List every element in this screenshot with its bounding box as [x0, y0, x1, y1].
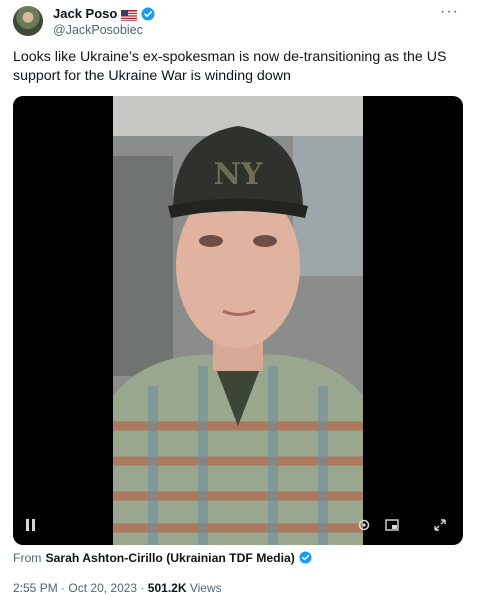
verified-badge-icon — [299, 551, 313, 565]
expand-icon[interactable] — [433, 518, 447, 535]
gear-icon[interactable] — [357, 518, 371, 535]
pause-icon[interactable] — [25, 518, 37, 535]
meta-separator: · — [140, 581, 145, 595]
author-display-name[interactable]: Jack Poso — [53, 6, 117, 21]
tweet-date[interactable]: Oct 20, 2023 — [68, 581, 137, 595]
picture-in-picture-icon[interactable] — [385, 518, 399, 535]
attribution-source-link[interactable]: Sarah Ashton-Cirillo (Ukrainian TDF Medi… — [45, 551, 294, 565]
tweet-text: Looks like Ukraine’s ex-spokesman is now… — [13, 49, 447, 84]
attribution-prefix: From — [13, 551, 42, 565]
video-still-image: NY — [113, 96, 363, 545]
views-count: 501.2K — [147, 581, 187, 595]
tweet-meta: 2:55 PM · Oct 20, 2023 · 501.2K Views — [13, 581, 222, 595]
views-label: Views — [189, 581, 222, 595]
tweet-time[interactable]: 2:55 PM — [13, 581, 58, 595]
verified-badge-icon — [141, 7, 155, 21]
video-player[interactable]: NY — [13, 96, 463, 545]
meta-separator: · — [61, 581, 66, 595]
more-options-icon[interactable]: ··· — [440, 3, 459, 21]
author-handle[interactable]: @JackPosobiec — [53, 23, 143, 37]
cap-logo: NY — [214, 157, 263, 192]
author-name-row: Jack Poso — [53, 6, 155, 21]
us-flag-icon — [121, 8, 138, 21]
author-avatar[interactable] — [13, 6, 43, 36]
media-attribution: From Sarah Ashton-Cirillo (Ukrainian TDF… — [13, 551, 313, 565]
video-frame[interactable]: NY — [113, 96, 363, 545]
